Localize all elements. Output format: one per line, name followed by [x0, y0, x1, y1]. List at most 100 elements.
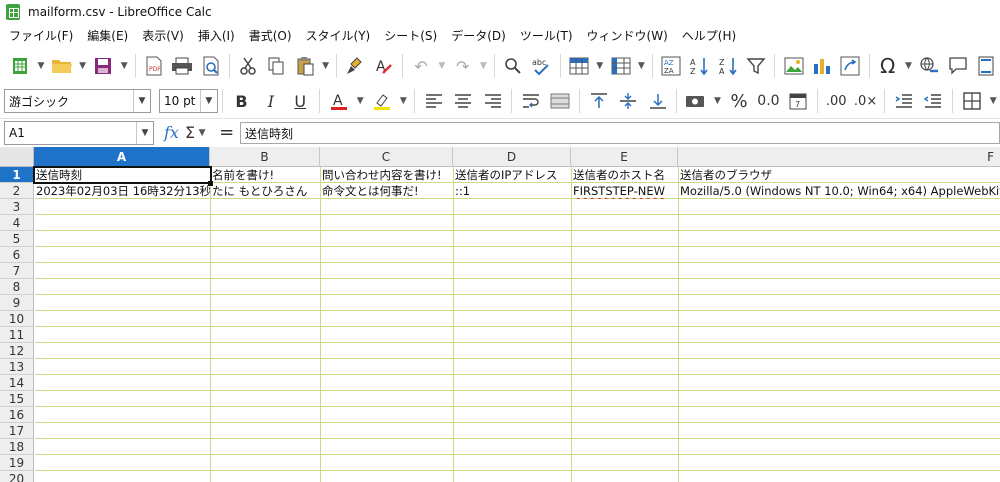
cell-e2[interactable]: FIRSTSTEP-NEW: [571, 183, 678, 199]
pivot-table-icon[interactable]: [836, 53, 864, 79]
autofill-handle[interactable]: [208, 181, 213, 186]
bold-icon[interactable]: B: [227, 88, 256, 114]
decrease-indent-icon[interactable]: [919, 88, 948, 114]
formula-equals-icon[interactable]: =: [219, 122, 234, 143]
menu-insert[interactable]: 挿入(I): [193, 27, 240, 44]
borders-icon[interactable]: [957, 88, 986, 114]
row-header[interactable]: 11: [0, 327, 34, 343]
chevron-down-icon[interactable]: ▼: [132, 90, 150, 112]
row-header[interactable]: 3: [0, 199, 34, 215]
row-header[interactable]: 13: [0, 359, 34, 375]
menu-styles[interactable]: スタイル(Y): [301, 27, 376, 44]
row-header[interactable]: 1: [0, 167, 34, 183]
row-header[interactable]: 7: [0, 263, 34, 279]
column-header-f[interactable]: F: [678, 147, 1000, 167]
menu-data[interactable]: データ(D): [446, 27, 511, 44]
clear-formatting-icon[interactable]: A: [370, 53, 398, 79]
sort-icon[interactable]: AZ ZA: [657, 53, 685, 79]
open-folder-icon[interactable]: [48, 53, 76, 79]
cell-e1[interactable]: 送信者のホスト名: [571, 167, 678, 183]
function-wizard-icon[interactable]: fx: [164, 123, 179, 142]
special-character-icon[interactable]: Ω: [873, 53, 901, 79]
menu-file[interactable]: ファイル(F): [4, 27, 78, 44]
comment-icon[interactable]: [943, 53, 971, 79]
save-icon[interactable]: [89, 53, 117, 79]
insert-image-icon[interactable]: [779, 53, 807, 79]
column-header-e[interactable]: E: [571, 147, 678, 167]
date-format-icon[interactable]: 7: [783, 88, 812, 114]
redo-icon[interactable]: ↷: [448, 53, 476, 79]
row-header[interactable]: 19: [0, 455, 34, 471]
chevron-down-icon[interactable]: ▼: [136, 121, 153, 144]
find-replace-icon[interactable]: [499, 53, 527, 79]
font-color-icon[interactable]: A: [324, 88, 353, 114]
sum-icon[interactable]: Σ: [185, 123, 195, 142]
row-header[interactable]: 14: [0, 375, 34, 391]
spreadsheet-grid[interactable]: A B C D E F 1 2 3 4 5 6 7 8 9 10 11 12 1…: [0, 147, 1000, 482]
row-header[interactable]: 6: [0, 247, 34, 263]
column-dropdown-icon[interactable]: ▼: [635, 53, 648, 79]
row-header[interactable]: 5: [0, 231, 34, 247]
new-spreadsheet-icon[interactable]: [6, 53, 34, 79]
row-header[interactable]: 9: [0, 295, 34, 311]
open-dropdown-icon[interactable]: ▼: [76, 53, 89, 79]
italic-icon[interactable]: I: [256, 88, 285, 114]
new-dropdown-icon[interactable]: ▼: [34, 53, 47, 79]
menu-help[interactable]: ヘルプ(H): [677, 27, 741, 44]
currency-format-icon[interactable]: [681, 88, 710, 114]
merge-cells-icon[interactable]: [546, 88, 575, 114]
menu-view[interactable]: 表示(V): [137, 27, 189, 44]
sort-ascending-icon[interactable]: AZ: [685, 53, 713, 79]
row-header[interactable]: 8: [0, 279, 34, 295]
add-decimal-icon[interactable]: .00: [821, 88, 850, 114]
cell-b2[interactable]: たに もとひろさん: [210, 183, 320, 199]
row-header[interactable]: 18: [0, 439, 34, 455]
borders-dropdown-icon[interactable]: ▼: [986, 88, 1000, 114]
font-name-box[interactable]: 游ゴシック ▼: [4, 89, 151, 113]
align-left-icon[interactable]: [419, 88, 448, 114]
cell-d2[interactable]: ::1: [453, 183, 571, 199]
redo-dropdown-icon[interactable]: ▼: [477, 53, 490, 79]
chevron-down-icon[interactable]: ▼: [199, 90, 217, 112]
align-center-icon[interactable]: [449, 88, 478, 114]
increase-indent-icon[interactable]: [889, 88, 918, 114]
cell-b1[interactable]: 名前を書け!: [210, 167, 320, 183]
menu-window[interactable]: ウィンドウ(W): [582, 27, 673, 44]
row-header[interactable]: 4: [0, 215, 34, 231]
save-dropdown-icon[interactable]: ▼: [118, 53, 131, 79]
cell-c1[interactable]: 問い合わせ内容を書け!: [320, 167, 453, 183]
align-right-icon[interactable]: [478, 88, 507, 114]
row-header[interactable]: 15: [0, 391, 34, 407]
autofilter-icon[interactable]: [742, 53, 770, 79]
column-header-a[interactable]: A: [34, 147, 210, 167]
undo-icon[interactable]: ↶: [407, 53, 435, 79]
row-header[interactable]: 16: [0, 407, 34, 423]
highlight-color-icon[interactable]: [367, 88, 396, 114]
align-bottom-icon[interactable]: [643, 88, 672, 114]
print-preview-icon[interactable]: [197, 53, 225, 79]
row-header[interactable]: 20: [0, 471, 34, 482]
number-format-icon[interactable]: 0.0: [754, 88, 783, 114]
undo-dropdown-icon[interactable]: ▼: [435, 53, 448, 79]
column-icon[interactable]: [606, 53, 634, 79]
select-all-corner[interactable]: [0, 147, 34, 167]
copy-icon[interactable]: [262, 53, 290, 79]
currency-dropdown-icon[interactable]: ▼: [711, 88, 725, 114]
hyperlink-icon[interactable]: [915, 53, 943, 79]
row-header[interactable]: 12: [0, 343, 34, 359]
sum-dropdown-icon[interactable]: ▼: [195, 120, 209, 146]
menu-format[interactable]: 書式(O): [244, 27, 297, 44]
spelling-icon[interactable]: abc: [527, 53, 555, 79]
cell-a2[interactable]: 2023年02月03日 16時32分13秒: [34, 183, 210, 199]
column-header-b[interactable]: B: [210, 147, 320, 167]
paste-icon[interactable]: [291, 53, 319, 79]
font-color-dropdown-icon[interactable]: ▼: [353, 88, 367, 114]
print-icon[interactable]: [168, 53, 196, 79]
highlight-dropdown-icon[interactable]: ▼: [396, 88, 410, 114]
column-header-d[interactable]: D: [453, 147, 571, 167]
cell-c2[interactable]: 命令文とは何事だ!: [320, 183, 453, 199]
special-character-dropdown-icon[interactable]: ▼: [902, 53, 915, 79]
row-header[interactable]: 10: [0, 311, 34, 327]
row-icon[interactable]: [565, 53, 593, 79]
menu-tools[interactable]: ツール(T): [515, 27, 578, 44]
